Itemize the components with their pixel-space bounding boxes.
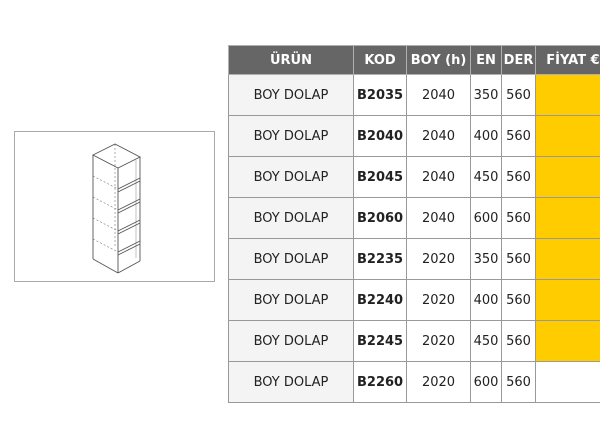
height-cell: 2020: [406, 320, 471, 362]
product-name-cell: BOY DOLAP: [228, 320, 354, 362]
price-cell: [535, 156, 600, 198]
cabinet-shelf: [117, 198, 141, 214]
product-code-cell: B2060: [353, 197, 407, 239]
product-image-box: [14, 131, 215, 282]
header-height: BOY (h): [406, 45, 471, 75]
cabinet-shelf: [117, 177, 141, 193]
product-name-cell: BOY DOLAP: [228, 279, 354, 321]
product-code-cell: B2040: [353, 115, 407, 157]
table-row: BOY DOLAP B2060 2040 600 560: [228, 197, 600, 239]
table-row: BOY DOLAP B2240 2020 400 560: [228, 279, 600, 321]
table-row: BOY DOLAP B2035 2040 350 560: [228, 74, 600, 116]
cabinet-shelf: [117, 240, 141, 256]
depth-cell: 560: [501, 279, 536, 321]
table-row: BOY DOLAP B2040 2040 400 560: [228, 115, 600, 157]
width-cell: 450: [470, 156, 502, 198]
depth-cell: 560: [501, 197, 536, 239]
depth-cell: 560: [501, 156, 536, 198]
product-name-cell: BOY DOLAP: [228, 115, 354, 157]
width-cell: 350: [470, 74, 502, 116]
header-width: EN: [470, 45, 502, 75]
product-code-cell: B2235: [353, 238, 407, 280]
depth-cell: 560: [501, 238, 536, 280]
product-table-container: ÜRÜN KOD BOY (h) EN DER FİYAT € BOY DOLA…: [228, 45, 600, 407]
product-code-cell: B2035: [353, 74, 407, 116]
cabinet-shelves: [117, 177, 141, 256]
product-code-cell: B2240: [353, 279, 407, 321]
product-name-cell: BOY DOLAP: [228, 74, 354, 116]
header-depth: DER: [501, 45, 536, 75]
product-code-cell: B2260: [353, 361, 407, 403]
table-row: BOY DOLAP B2045 2040 450 560: [228, 156, 600, 198]
depth-cell: 560: [501, 361, 536, 403]
width-cell: 600: [470, 361, 502, 403]
depth-cell: 560: [501, 320, 536, 362]
cabinet-shelf: [117, 219, 141, 235]
product-code-cell: B2245: [353, 320, 407, 362]
header-product: ÜRÜN: [228, 45, 354, 75]
height-cell: 2020: [406, 279, 471, 321]
height-cell: 2020: [406, 238, 471, 280]
table-header-row: ÜRÜN KOD BOY (h) EN DER FİYAT €: [228, 45, 600, 75]
width-cell: 350: [470, 238, 502, 280]
price-cell: [535, 74, 600, 116]
header-code: KOD: [353, 45, 407, 75]
price-cell: [535, 115, 600, 157]
price-cell: [535, 238, 600, 280]
price-cell: [535, 197, 600, 239]
product-table: ÜRÜN KOD BOY (h) EN DER FİYAT € BOY DOLA…: [228, 45, 600, 403]
product-name-cell: BOY DOLAP: [228, 197, 354, 239]
table-row: BOY DOLAP B2235 2020 350 560: [228, 238, 600, 280]
depth-cell: 560: [501, 115, 536, 157]
depth-cell: 560: [501, 74, 536, 116]
product-name-cell: BOY DOLAP: [228, 361, 354, 403]
width-cell: 400: [470, 279, 502, 321]
height-cell: 2020: [406, 361, 471, 403]
price-cell: [535, 361, 600, 403]
width-cell: 450: [470, 320, 502, 362]
product-code-cell: B2045: [353, 156, 407, 198]
product-name-cell: BOY DOLAP: [228, 238, 354, 280]
table-row: BOY DOLAP B2260 2020 600 560: [228, 361, 600, 403]
product-name-cell: BOY DOLAP: [228, 156, 354, 198]
price-cell: [535, 320, 600, 362]
height-cell: 2040: [406, 74, 471, 116]
height-cell: 2040: [406, 115, 471, 157]
cabinet-hidden-lines: [92, 144, 119, 253]
cabinet-drawing: [92, 143, 141, 274]
cabinet-outline: [92, 143, 141, 274]
table-row: BOY DOLAP B2245 2020 450 560: [228, 320, 600, 362]
height-cell: 2040: [406, 197, 471, 239]
height-cell: 2040: [406, 156, 471, 198]
header-price: FİYAT €: [535, 45, 600, 75]
width-cell: 600: [470, 197, 502, 239]
price-cell: [535, 279, 600, 321]
width-cell: 400: [470, 115, 502, 157]
